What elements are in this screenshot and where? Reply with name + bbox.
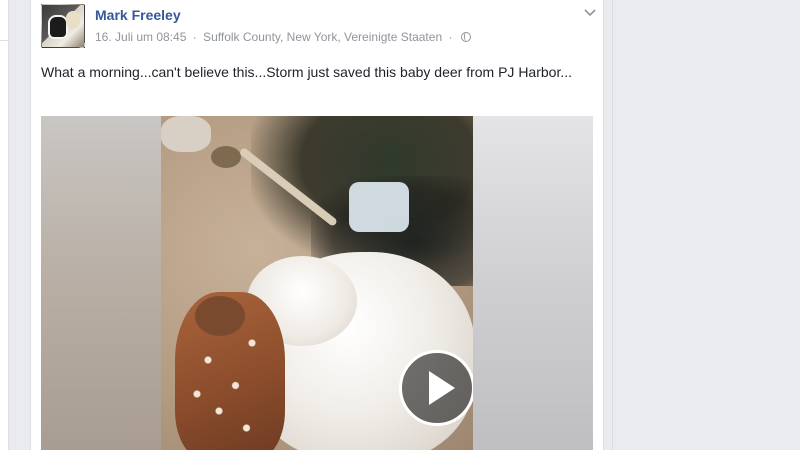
play-icon [429,371,455,405]
post-text: What a morning...can't believe this...St… [41,64,573,80]
post-timestamp-link[interactable]: 16. Juli um 08:45 [95,30,186,44]
left-column-divider [0,40,8,41]
right-column [604,0,800,450]
video-frame [161,116,473,450]
play-button[interactable] [399,350,473,426]
video-player[interactable] [41,116,593,450]
video-blur-left [41,116,161,450]
meta-separator: · [192,30,197,44]
post-meta: 16. Juli um 08:45 · Suffolk County, New … [95,30,471,44]
shell [161,116,211,152]
baby-deer-head [195,296,245,336]
meta-separator: · [448,30,453,44]
feed-post: Mark Freeley 16. Juli um 08:45 · Suffolk… [30,0,604,450]
right-panel [612,0,800,450]
rock [211,146,241,168]
globe-icon[interactable] [460,32,471,42]
post-location-link[interactable]: Suffolk County, New York, Vereinigte Sta… [203,30,442,44]
plastic-bag [349,182,409,232]
avatar-dog-light [66,11,80,29]
left-column [0,0,9,450]
chevron-down-icon[interactable] [583,5,597,19]
avatar-dog-dark [48,15,68,39]
author-avatar[interactable] [41,4,85,48]
video-blur-right [473,116,593,450]
author-name-link[interactable]: Mark Freeley [95,7,181,23]
